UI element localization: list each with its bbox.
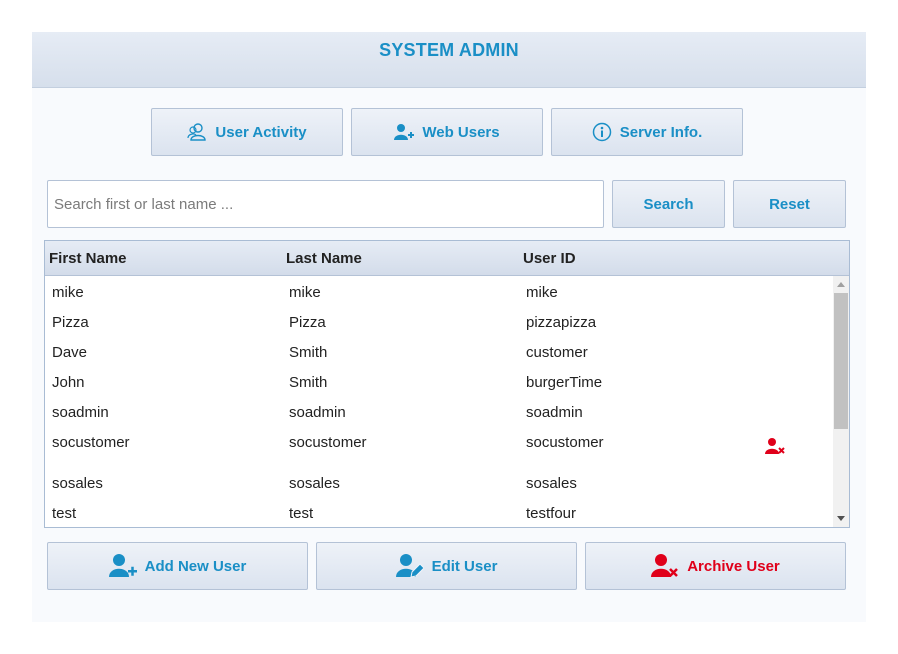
cell-user-id: soadmin: [526, 404, 583, 421]
system-admin-panel: SYSTEM ADMIN User Activity Web Users Ser…: [32, 32, 866, 622]
cell-user-id: testfour: [526, 505, 577, 522]
cell-first-name: soadmin: [52, 404, 109, 421]
table-row[interactable]: Dave Smith customer: [45, 337, 833, 367]
cell-first-name: mike: [52, 284, 84, 301]
cell-user-id: socustomer: [526, 434, 604, 451]
user-activity-label: User Activity: [215, 123, 307, 141]
table-row[interactable]: John Smith burgerTime: [45, 367, 833, 397]
edit-user-label: Edit User: [431, 557, 498, 575]
cell-user-id: pizzapizza: [526, 314, 597, 331]
cell-last-name: Smith: [289, 374, 328, 391]
cell-first-name: John: [52, 374, 85, 391]
search-button-label: Search: [643, 195, 694, 213]
cell-user-id: customer: [526, 344, 588, 361]
web-users-label: Web Users: [422, 123, 500, 141]
cell-last-name: sosales: [289, 475, 340, 492]
users-outline-icon: [187, 122, 207, 142]
reset-button[interactable]: Reset: [733, 180, 846, 228]
cell-last-name: socustomer: [289, 434, 367, 451]
cell-last-name: Smith: [289, 344, 328, 361]
cell-last-name: soadmin: [289, 404, 346, 421]
user-activity-button[interactable]: User Activity: [151, 108, 343, 156]
table-body: mike mike mike Pizza Pizza pizzapizza Da…: [45, 276, 833, 527]
users-table: First Name Last Name User ID mike mike m…: [44, 240, 850, 528]
header-bar: SYSTEM ADMIN: [32, 32, 866, 88]
table-row[interactable]: sosales sosales sosales: [45, 468, 833, 498]
column-header-first-name[interactable]: First Name: [49, 250, 127, 267]
cell-last-name: mike: [289, 284, 321, 301]
server-info-label: Server Info.: [619, 123, 703, 141]
add-new-user-label: Add New User: [144, 557, 247, 575]
table-row[interactable]: soadmin soadmin soadmin: [45, 397, 833, 427]
scroll-thumb[interactable]: [834, 293, 848, 429]
column-header-user-id[interactable]: User ID: [523, 250, 576, 267]
user-add-icon: [108, 553, 137, 579]
info-circle-icon: [592, 122, 612, 142]
cell-first-name: socustomer: [52, 434, 130, 451]
archive-user-button[interactable]: Archive User: [585, 542, 846, 590]
user-edit-icon: [395, 553, 424, 579]
page-title: SYSTEM ADMIN: [379, 40, 519, 60]
reset-button-label: Reset: [769, 195, 810, 213]
table-row[interactable]: socustomer socustomer socustomer: [45, 427, 833, 468]
cell-first-name: sosales: [52, 475, 103, 492]
scroll-down-arrow-icon[interactable]: [837, 516, 845, 521]
scroll-up-arrow-icon[interactable]: [837, 282, 845, 287]
table-row[interactable]: mike mike mike: [45, 277, 833, 307]
add-new-user-button[interactable]: Add New User: [47, 542, 308, 590]
archive-user-label: Archive User: [687, 557, 780, 575]
cell-first-name: Dave: [52, 344, 88, 361]
server-info-button[interactable]: Server Info.: [551, 108, 743, 156]
table-header: First Name Last Name User ID: [45, 241, 849, 276]
table-scrollbar[interactable]: [833, 276, 849, 527]
cell-user-id: burgerTime: [526, 374, 603, 391]
table-row[interactable]: test test testfour: [45, 498, 833, 527]
cell-first-name: test: [52, 505, 77, 522]
search-input[interactable]: [47, 180, 604, 228]
archived-user-icon: [765, 437, 785, 460]
cell-user-id: mike: [526, 284, 558, 301]
cell-last-name: Pizza: [289, 314, 326, 331]
cell-first-name: Pizza: [52, 314, 89, 331]
cell-last-name: test: [289, 505, 314, 522]
column-header-last-name[interactable]: Last Name: [286, 250, 362, 267]
web-users-button[interactable]: Web Users: [351, 108, 543, 156]
user-add-icon: [394, 123, 415, 141]
search-button[interactable]: Search: [612, 180, 725, 228]
cell-user-id: sosales: [526, 475, 577, 492]
table-row[interactable]: Pizza Pizza pizzapizza: [45, 307, 833, 337]
edit-user-button[interactable]: Edit User: [316, 542, 577, 590]
user-remove-icon: [651, 553, 679, 579]
